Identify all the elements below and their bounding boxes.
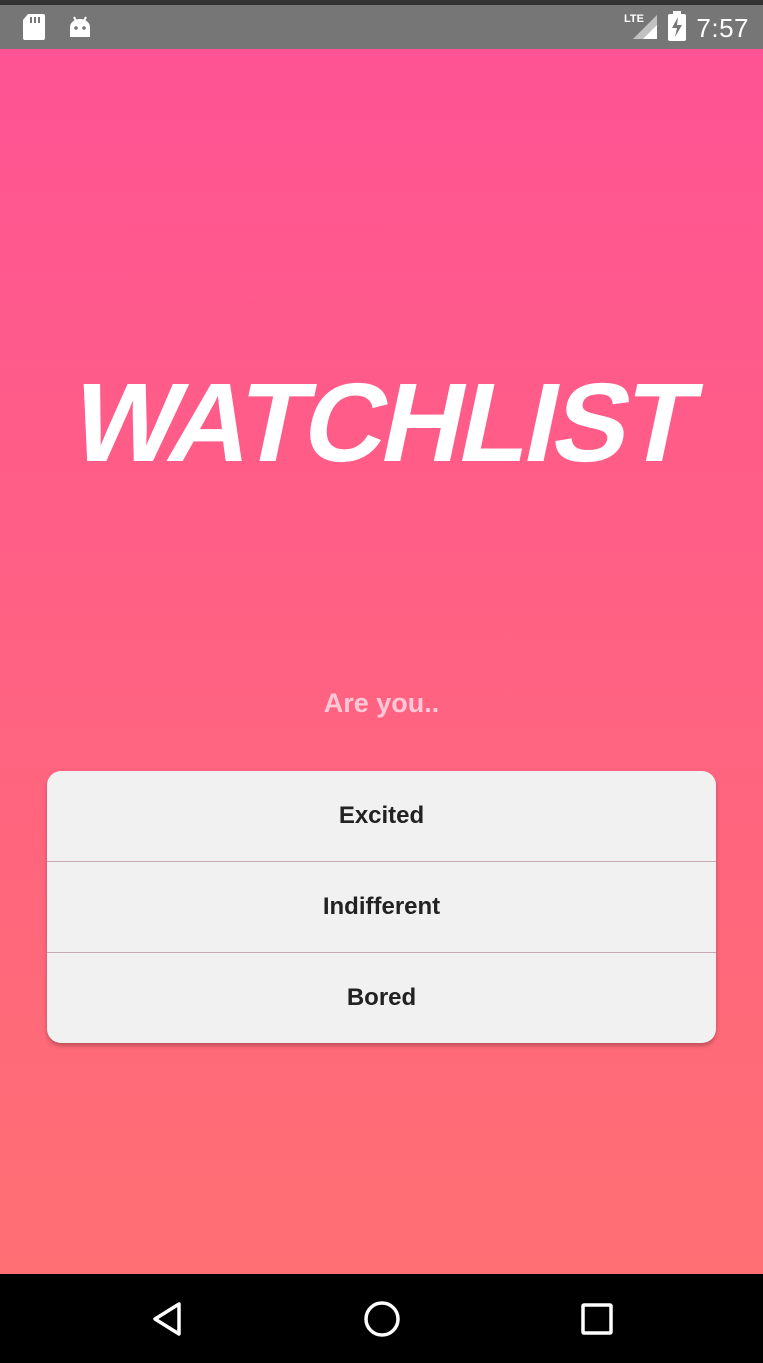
choice-bored-button[interactable]: Bored (47, 953, 716, 1043)
clock: 7:57 (696, 13, 749, 43)
prompt-text: Are you.. (323, 688, 440, 718)
recents-icon[interactable] (573, 1296, 621, 1342)
choice-list: Excited Indifferent Bored (47, 771, 716, 1043)
status-right-icons: LTE 7:57 (624, 11, 749, 46)
navigation-bar (0, 1274, 763, 1363)
watchlist-logo: WATCHLIST (62, 359, 708, 479)
choice-indifferent-button[interactable]: Indifferent (47, 862, 716, 952)
choice-excited-button[interactable]: Excited (47, 771, 716, 861)
android-icon (68, 15, 92, 44)
sd-card-icon (22, 13, 46, 46)
home-icon[interactable] (358, 1296, 406, 1342)
battery-charging-icon (668, 11, 687, 46)
svg-text:WATCHLIST: WATCHLIST (62, 359, 708, 479)
app-screen: WATCHLIST Are you.. Excited Indifferent … (0, 49, 763, 1274)
back-icon[interactable] (143, 1296, 191, 1342)
lte-signal-icon: LTE (624, 11, 658, 46)
status-bar: LTE 7:57 (0, 0, 763, 49)
status-left-icons (22, 13, 92, 46)
svg-text:LTE: LTE (624, 13, 644, 25)
